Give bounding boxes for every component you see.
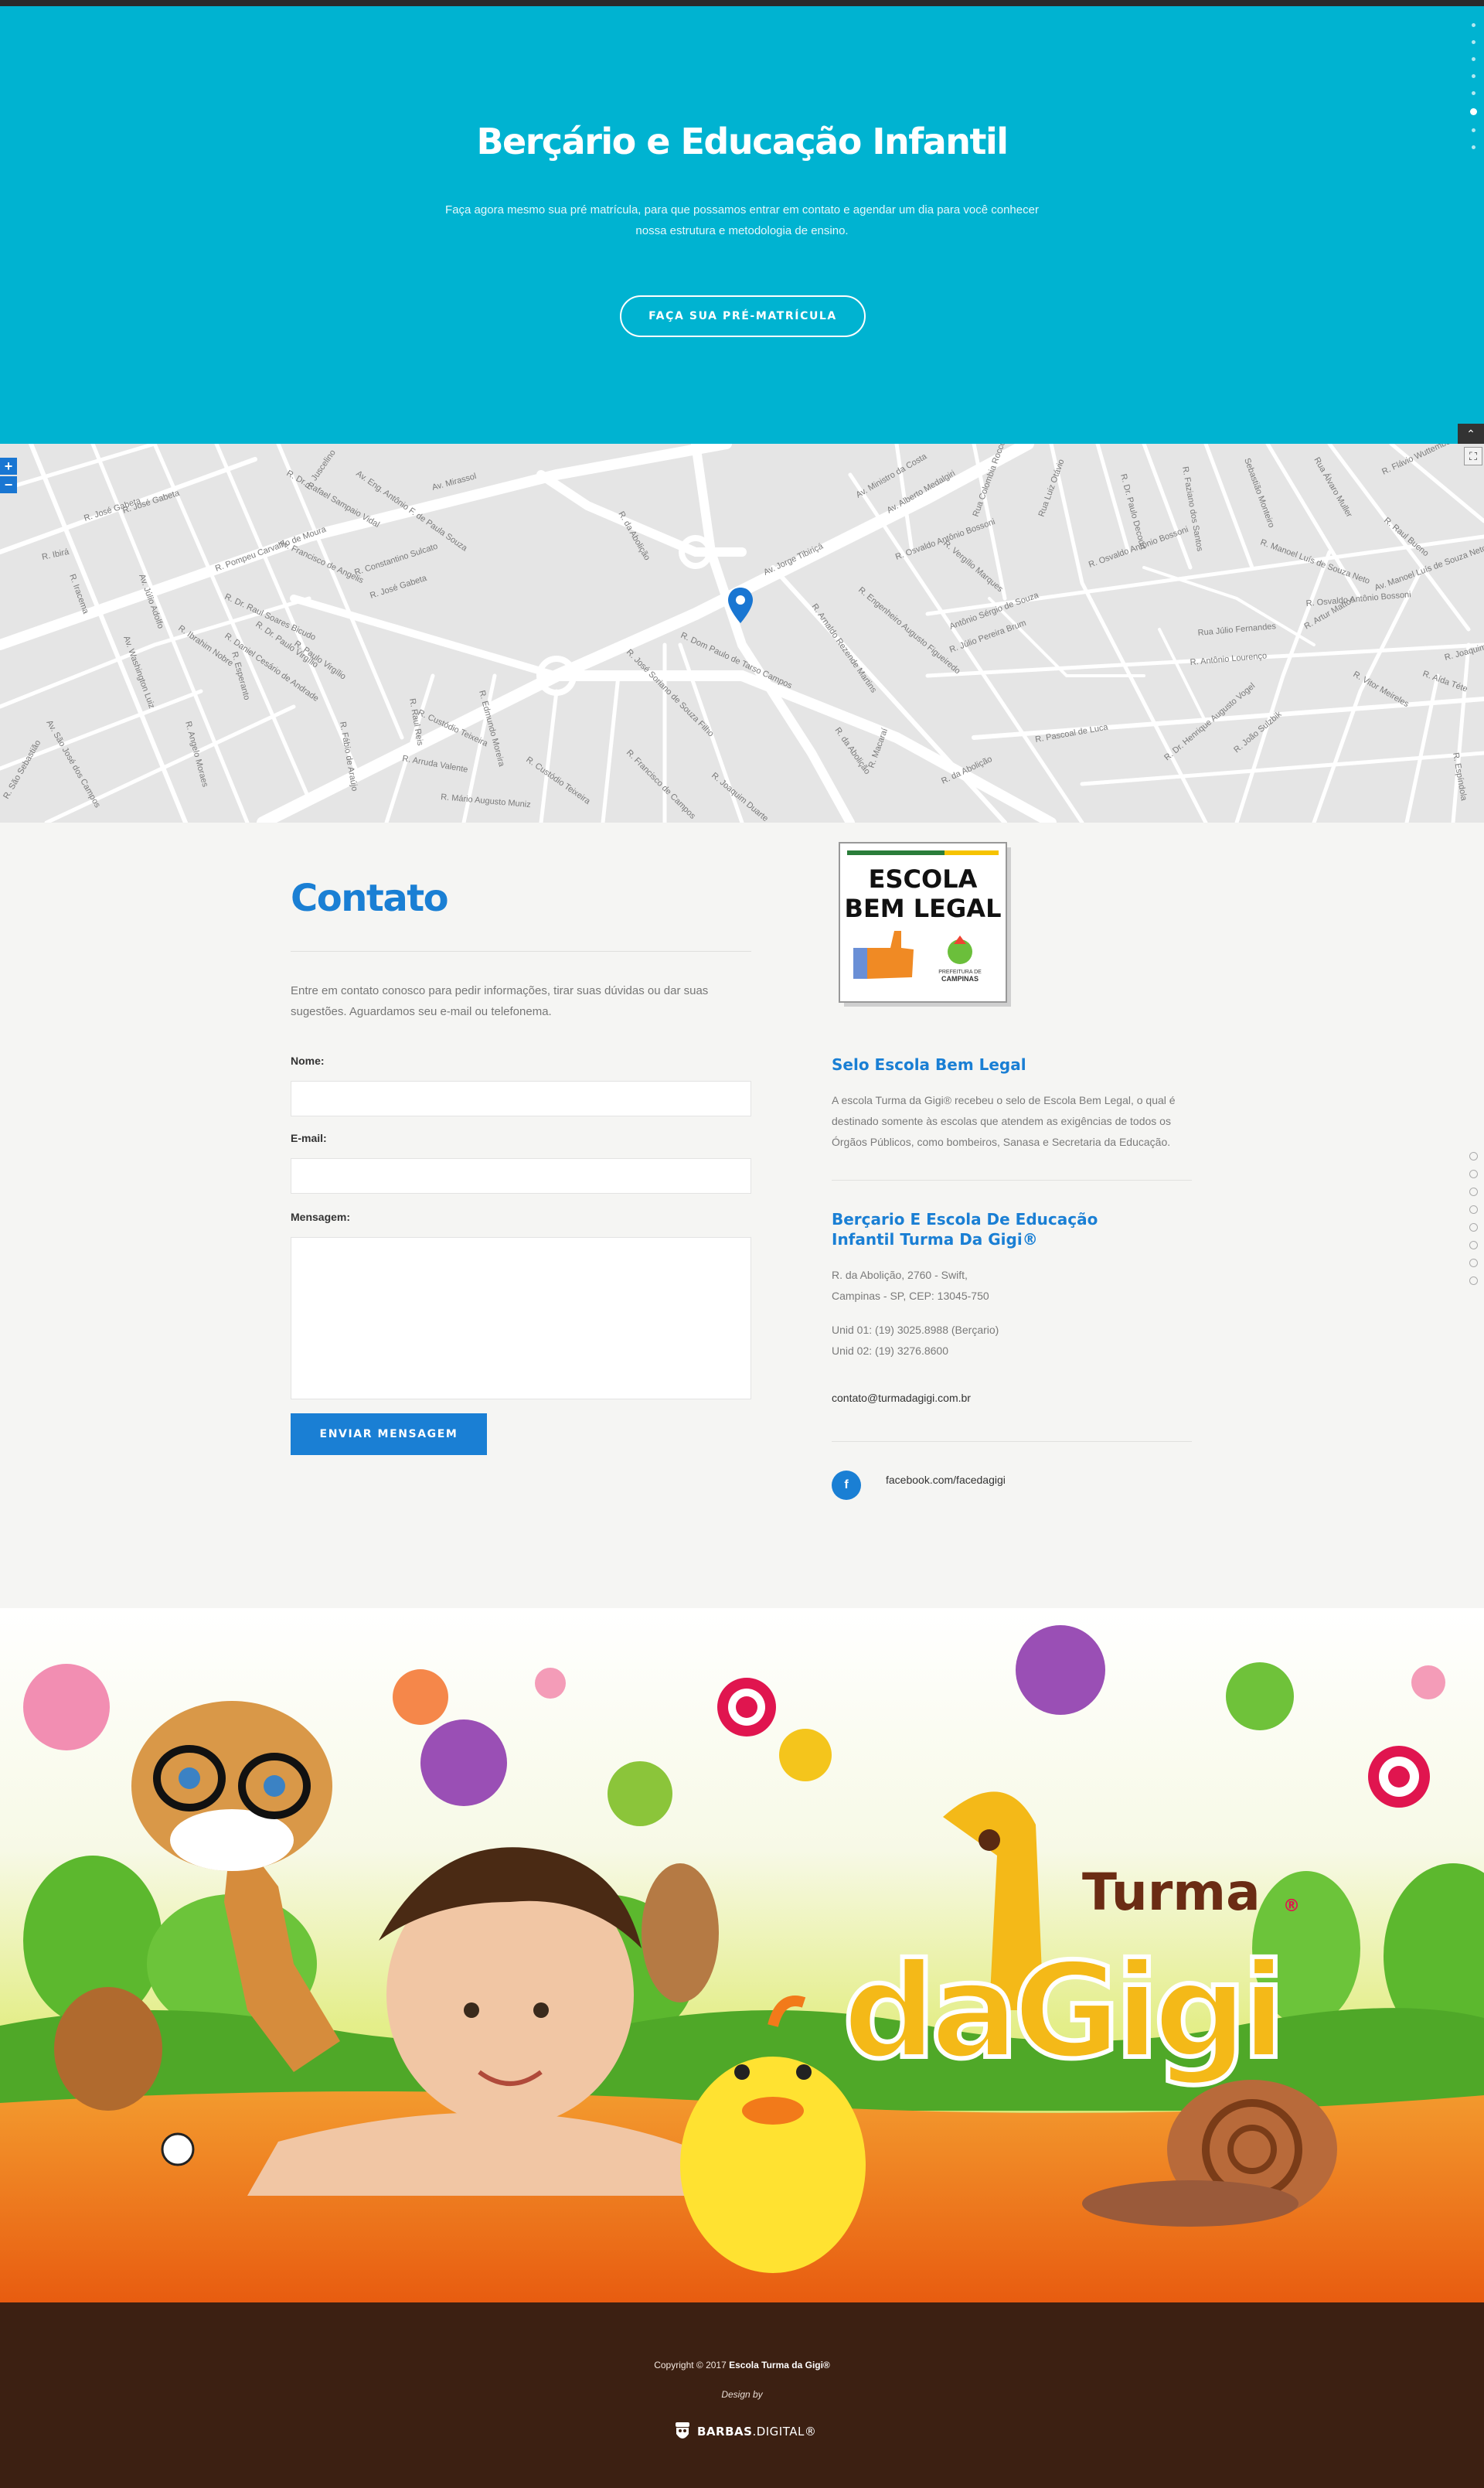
- contact-section: Contato Entre em contato conosco para pe…: [0, 823, 1484, 1608]
- agency-bold: BARBAS: [697, 2425, 753, 2439]
- school-name: Escola Turma da Gigi®: [729, 2360, 830, 2370]
- nav-dot[interactable]: [1469, 1241, 1478, 1249]
- badge-prefeitura: PREFEITURA DE: [938, 970, 982, 975]
- seal-title: Selo Escola Bem Legal: [832, 1055, 1026, 1074]
- copyright: Copyright © 2017 Escola Turma da Gigi®: [0, 2360, 1484, 2370]
- pre-enrollment-button[interactable]: FAÇA SUA PRÉ-MATRÍCULA: [620, 295, 866, 337]
- top-photo-strip: [0, 0, 1484, 6]
- characters-illustration: Turma ® daGigi: [0, 1608, 1484, 2302]
- design-by: Design by: [721, 2389, 763, 2400]
- email-link[interactable]: contato@turmadagigi.com.br: [832, 1392, 971, 1404]
- nav-dot[interactable]: [1471, 23, 1475, 27]
- section-nav-dots-mid: [1469, 1152, 1478, 1294]
- nav-dot-active[interactable]: [1469, 108, 1477, 115]
- contact-intro: Entre em contato conosco para pedir info…: [291, 984, 709, 1018]
- divider: [832, 1180, 1192, 1181]
- email-label: E-mail:: [291, 1132, 327, 1144]
- logo-word-turma: Turma: [1082, 1863, 1261, 1922]
- email-input[interactable]: [291, 1158, 751, 1194]
- nav-dot[interactable]: [1471, 128, 1475, 132]
- nav-dot[interactable]: [1471, 145, 1475, 149]
- nav-dot[interactable]: [1471, 91, 1475, 95]
- escola-bem-legal-badge: ESCOLA BEM LEGAL PREFEITURA DE CAMPINAS: [839, 842, 1011, 1007]
- nav-dot[interactable]: [1471, 57, 1475, 61]
- section-nav-dots-top: [1469, 23, 1478, 162]
- badge-city: CAMPINAS: [941, 975, 979, 983]
- copyright-text: Copyright © 2017: [654, 2360, 727, 2370]
- message-label: Mensagem:: [291, 1211, 351, 1223]
- seal-text: A escola Turma da Gigi® recebeu o selo d…: [832, 1094, 1176, 1148]
- facebook-icon[interactable]: f: [832, 1471, 861, 1500]
- message-textarea[interactable]: [291, 1237, 751, 1399]
- logo-registered: ®: [1283, 1897, 1300, 1916]
- phone-unit2: Unid 02: (19) 3276.8600: [832, 1345, 948, 1357]
- map-zoom-out-button[interactable]: −: [0, 476, 17, 493]
- nav-dot[interactable]: [1469, 1188, 1478, 1196]
- school-title: Berçario E Escola De Educação Infantil T…: [832, 1210, 1098, 1249]
- nav-dot[interactable]: [1469, 1259, 1478, 1267]
- barbas-logo-icon: [676, 2422, 689, 2439]
- location-map[interactable]: R. José Gabeta R. José Gabeta R. Ibirá R…: [0, 444, 1484, 823]
- map-zoom-in-button[interactable]: +: [0, 458, 17, 475]
- nav-dot[interactable]: [1469, 1276, 1478, 1285]
- chevron-up-icon: ⌃: [1466, 427, 1475, 440]
- illustration-canvas: Turma ® daGigi: [0, 1608, 1484, 2302]
- nav-dot[interactable]: [1471, 74, 1475, 78]
- hero-title: Berçário e Educação Infantil: [476, 121, 1009, 162]
- agency-rest: .DIGITAL®: [752, 2425, 817, 2439]
- nav-dot[interactable]: [1469, 1152, 1478, 1160]
- hero-text: Faça agora mesmo sua pré matrícula, para…: [445, 203, 1039, 237]
- scroll-top-button[interactable]: ⌃: [1458, 424, 1484, 444]
- badge-line2: BEM LEGAL: [845, 894, 1002, 923]
- contact-title: Contato: [291, 877, 449, 920]
- name-input[interactable]: [291, 1081, 751, 1116]
- phone-unit1: Unid 01: (19) 3025.8988 (Berçario): [832, 1324, 999, 1336]
- address-line1: R. da Abolição, 2760 - Swift,: [832, 1269, 968, 1281]
- facebook-link[interactable]: facebook.com/facedagigi: [886, 1474, 1006, 1486]
- fullscreen-icon[interactable]: ⛶: [1464, 447, 1482, 465]
- page: Berçário e Educação Infantil Faça agora …: [0, 0, 1484, 2488]
- hero-section: Berçário e Educação Infantil Faça agora …: [0, 6, 1484, 444]
- nav-dot[interactable]: [1469, 1223, 1478, 1232]
- nav-dot[interactable]: [1469, 1170, 1478, 1178]
- badge-line1: ESCOLA: [869, 864, 978, 894]
- logo-word-dagigi: daGigi: [842, 1935, 1280, 2088]
- nav-dot[interactable]: [1471, 40, 1475, 44]
- map-canvas[interactable]: R. José Gabeta R. José Gabeta R. Ibirá R…: [0, 444, 1484, 823]
- address-line2: Campinas - SP, CEP: 13045-750: [832, 1290, 989, 1302]
- nav-dot[interactable]: [1469, 1205, 1478, 1214]
- divider: [291, 951, 751, 952]
- name-label: Nome:: [291, 1055, 325, 1067]
- barbas-digital-link[interactable]: BARBAS.DIGITAL®: [674, 2420, 816, 2443]
- divider: [832, 1441, 1192, 1442]
- footer: Copyright © 2017 Escola Turma da Gigi® D…: [0, 2302, 1484, 2488]
- send-message-button[interactable]: ENVIAR MENSAGEM: [291, 1413, 487, 1455]
